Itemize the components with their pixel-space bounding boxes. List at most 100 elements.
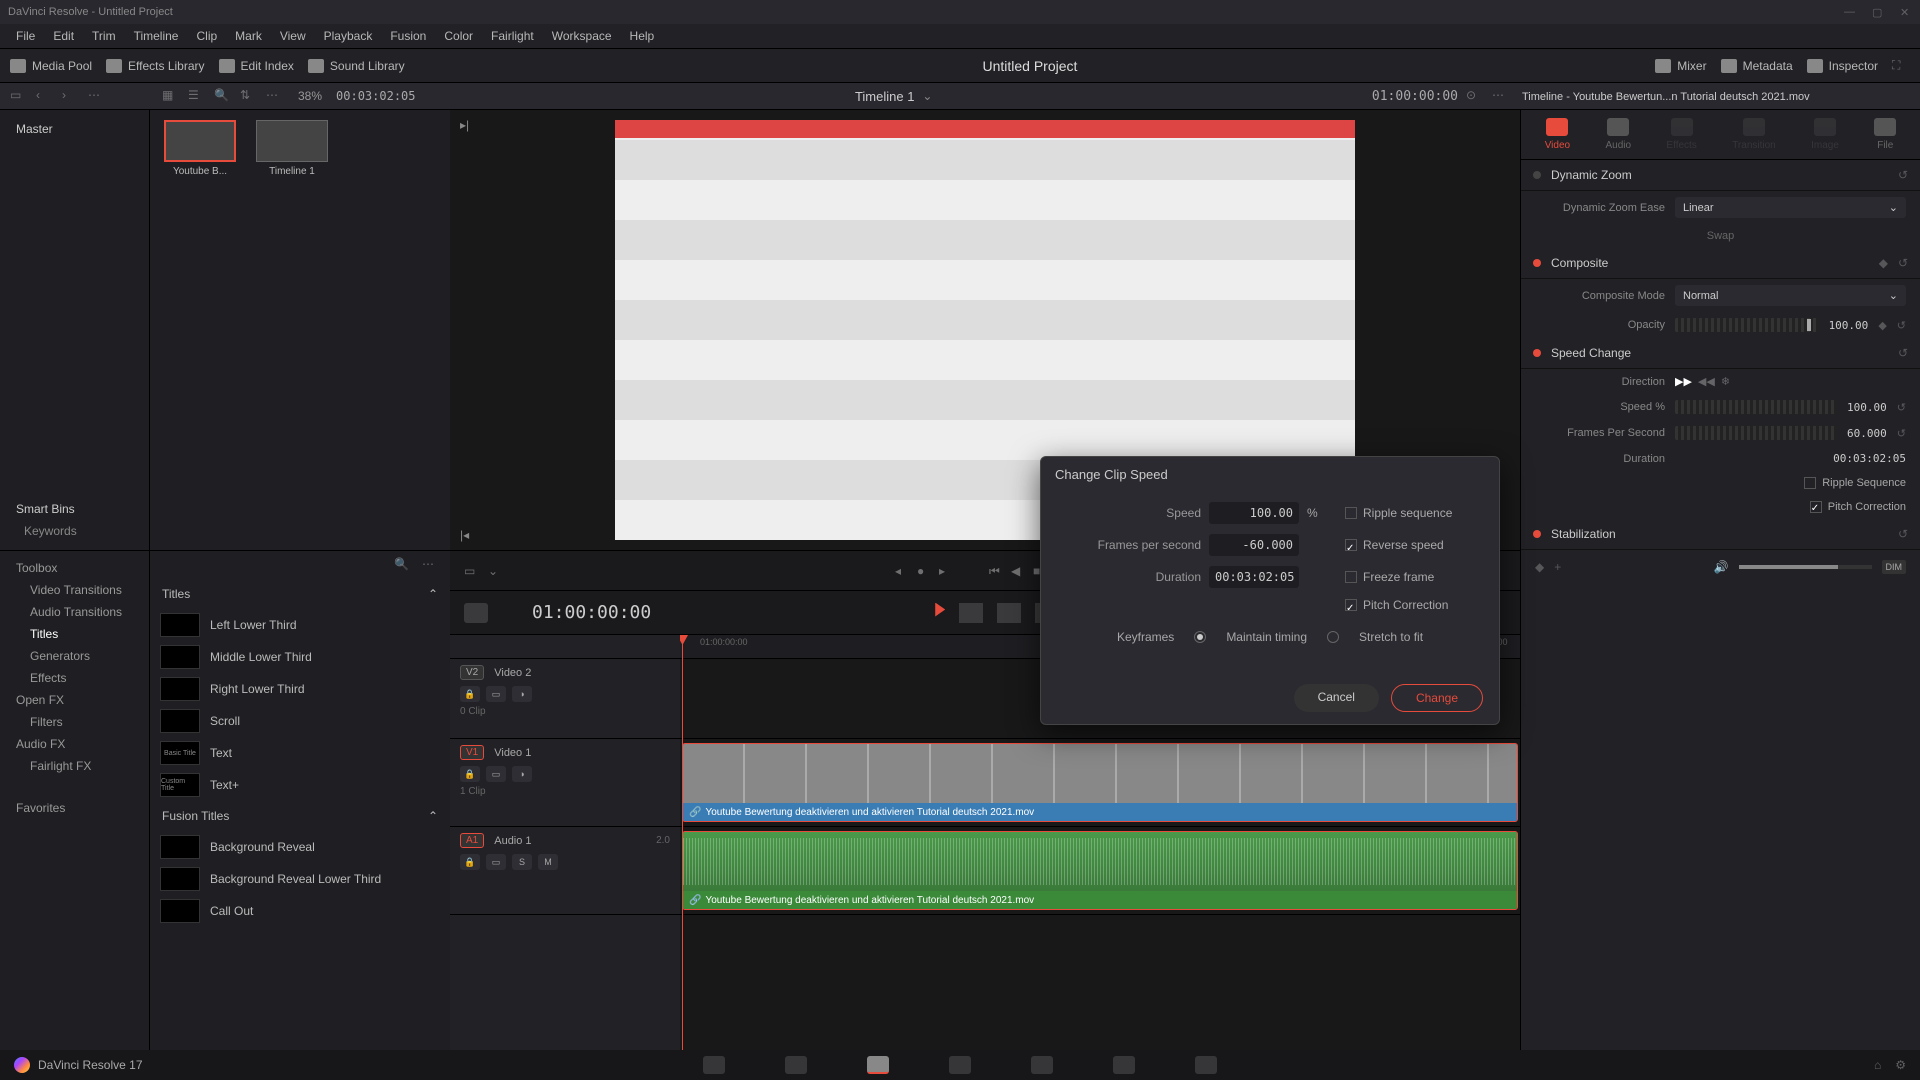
page-deliver[interactable] xyxy=(1195,1056,1217,1074)
duration-input[interactable]: 00:03:02:05 xyxy=(1209,566,1299,588)
viewer-options-icon[interactable]: ⋯ xyxy=(1492,88,1510,104)
opacity-slider[interactable] xyxy=(1675,318,1819,332)
pitch-correction-checkbox[interactable] xyxy=(1345,599,1357,611)
page-fusion[interactable] xyxy=(949,1056,971,1074)
mark-out-icon[interactable]: |◂ xyxy=(460,528,469,542)
tree-audio-transitions[interactable]: Audio Transitions xyxy=(0,601,149,623)
track-mute-icon[interactable]: ◑ xyxy=(512,766,532,782)
reset-icon[interactable]: ↺ xyxy=(1898,256,1908,270)
maintain-timing-radio[interactable] xyxy=(1194,631,1206,643)
menu-view[interactable]: View xyxy=(272,26,314,46)
next-edit-icon[interactable]: ▸ xyxy=(939,564,953,578)
sound-library-toggle[interactable]: Sound Library xyxy=(308,59,405,73)
lock-icon[interactable]: 🔒 xyxy=(460,686,480,702)
fusion-background-reveal[interactable]: Background Reveal xyxy=(150,831,450,863)
media-pool-toggle[interactable]: Media Pool xyxy=(10,59,92,73)
more-icon[interactable]: ⋯ xyxy=(88,88,106,104)
audio-clip[interactable]: 🔗Youtube Bewertung deaktivieren und akti… xyxy=(682,831,1518,910)
tree-video-transitions[interactable]: Video Transitions xyxy=(0,579,149,601)
menu-playback[interactable]: Playback xyxy=(316,26,381,46)
keywords-bin[interactable]: Keywords xyxy=(8,520,141,542)
view-mode-icon[interactable]: ▭ xyxy=(464,564,478,578)
menu-help[interactable]: Help xyxy=(622,26,663,46)
keyframe-icon[interactable]: ◆ xyxy=(1879,256,1888,270)
menu-edit[interactable]: Edit xyxy=(45,26,82,46)
reset-icon[interactable]: ↺ xyxy=(1898,346,1908,360)
master-bin[interactable]: Master xyxy=(8,118,141,140)
mute-button[interactable]: M xyxy=(538,854,558,870)
options-icon[interactable]: ⋯ xyxy=(266,88,284,104)
page-fairlight[interactable] xyxy=(1113,1056,1135,1074)
edit-index-toggle[interactable]: Edit Index xyxy=(219,59,294,73)
viewer-zoom[interactable]: 38% xyxy=(298,89,322,103)
page-cut[interactable] xyxy=(785,1056,807,1074)
menu-timeline[interactable]: Timeline xyxy=(126,26,187,46)
selection-tool-icon[interactable] xyxy=(935,603,945,617)
bin-list-icon[interactable]: ▭ xyxy=(10,88,28,104)
nav-fwd-icon[interactable]: › xyxy=(62,88,80,104)
mark-in-icon[interactable]: ▸| xyxy=(460,118,469,132)
reset-icon[interactable]: ↺ xyxy=(1898,168,1908,182)
nav-back-icon[interactable]: ‹ xyxy=(36,88,54,104)
page-edit[interactable] xyxy=(867,1056,889,1074)
menu-fairlight[interactable]: Fairlight xyxy=(483,26,542,46)
mixer-toggle[interactable]: Mixer xyxy=(1655,59,1706,73)
tree-openfx[interactable]: Open FX xyxy=(0,689,149,711)
list-options-icon[interactable]: ⋯ xyxy=(422,557,440,573)
tree-toolbox[interactable]: Toolbox xyxy=(0,557,149,579)
track-lane-a1[interactable]: 🔗Youtube Bewertung deaktivieren und akti… xyxy=(680,827,1520,915)
maximize-icon[interactable]: ▢ xyxy=(1872,6,1884,18)
page-color[interactable] xyxy=(1031,1056,1053,1074)
tree-generators[interactable]: Generators xyxy=(0,645,149,667)
reverse-speed-checkbox[interactable] xyxy=(1345,539,1357,551)
speed-slider[interactable] xyxy=(1675,400,1837,414)
fps-input[interactable]: -60.000 xyxy=(1209,534,1299,556)
search-icon[interactable]: 🔍 xyxy=(394,557,412,573)
inspector-toggle[interactable]: Inspector xyxy=(1807,59,1878,73)
project-settings-icon[interactable]: ⚙ xyxy=(1895,1058,1906,1072)
thumb-view-icon[interactable]: ▦ xyxy=(162,88,180,104)
track-lane-v1[interactable]: 🔗Youtube Bewertung deaktivieren und akti… xyxy=(680,739,1520,827)
title-text-plus[interactable]: Custom TitleText+ xyxy=(150,769,450,801)
blade-tool-icon[interactable] xyxy=(997,603,1021,623)
lock-icon[interactable]: 🔒 xyxy=(460,766,480,782)
fusion-background-reveal-lower[interactable]: Background Reveal Lower Third xyxy=(150,863,450,895)
swap-button[interactable]: Swap xyxy=(1707,230,1735,242)
solo-button[interactable]: S xyxy=(512,854,532,870)
dynamic-zoom-ease-select[interactable]: Linear⌄ xyxy=(1675,197,1906,218)
track-mute-icon[interactable]: ◑ xyxy=(512,686,532,702)
effects-library-toggle[interactable]: Effects Library xyxy=(106,59,204,73)
menu-file[interactable]: File xyxy=(8,26,43,46)
chevron-down-icon[interactable]: ⌄ xyxy=(488,564,502,578)
fps-slider[interactable] xyxy=(1675,426,1837,440)
reverse-icon[interactable]: ◀ xyxy=(1011,564,1025,578)
inspector-tab-audio[interactable]: Audio xyxy=(1605,118,1631,151)
trim-tool-icon[interactable] xyxy=(959,603,983,623)
titles-section-header[interactable]: Titles⌃ xyxy=(150,579,450,609)
tree-titles[interactable]: Titles xyxy=(0,623,149,645)
pitch-checkbox[interactable] xyxy=(1810,501,1822,513)
chevron-down-icon[interactable]: ⌄ xyxy=(922,89,932,103)
minimize-icon[interactable]: — xyxy=(1844,6,1856,18)
reset-icon[interactable]: ↺ xyxy=(1898,527,1908,541)
tree-favorites[interactable]: Favorites xyxy=(0,797,149,819)
page-media[interactable] xyxy=(703,1056,725,1074)
cancel-button[interactable]: Cancel xyxy=(1294,684,1379,712)
timeline-tc[interactable]: 01:00:00:00 xyxy=(532,602,651,623)
tree-fairlightfx[interactable]: Fairlight FX xyxy=(0,755,149,777)
tc-options-icon[interactable]: ⊙ xyxy=(1466,88,1484,104)
volume-icon[interactable]: 🔊 xyxy=(1714,560,1729,574)
step-back-icon[interactable]: ● xyxy=(917,564,931,578)
reset-icon[interactable]: ↺ xyxy=(1897,427,1906,440)
title-middle-lower-third[interactable]: Middle Lower Third xyxy=(150,641,450,673)
inspector-tab-file[interactable]: File xyxy=(1874,118,1896,151)
prev-edit-icon[interactable]: ◂ xyxy=(895,564,909,578)
duration-value[interactable]: 00:03:02:05 xyxy=(1833,452,1906,465)
menu-color[interactable]: Color xyxy=(436,26,481,46)
ripple-checkbox[interactable] xyxy=(1804,477,1816,489)
sort-icon[interactable]: ⇅ xyxy=(240,88,258,104)
section-composite[interactable]: Composite◆↺ xyxy=(1521,248,1920,279)
track-header-a1[interactable]: A1Audio 12.0 🔒▭SM xyxy=(450,827,680,915)
stretch-to-fit-radio[interactable] xyxy=(1327,631,1339,643)
fusion-call-out[interactable]: Call Out xyxy=(150,895,450,927)
